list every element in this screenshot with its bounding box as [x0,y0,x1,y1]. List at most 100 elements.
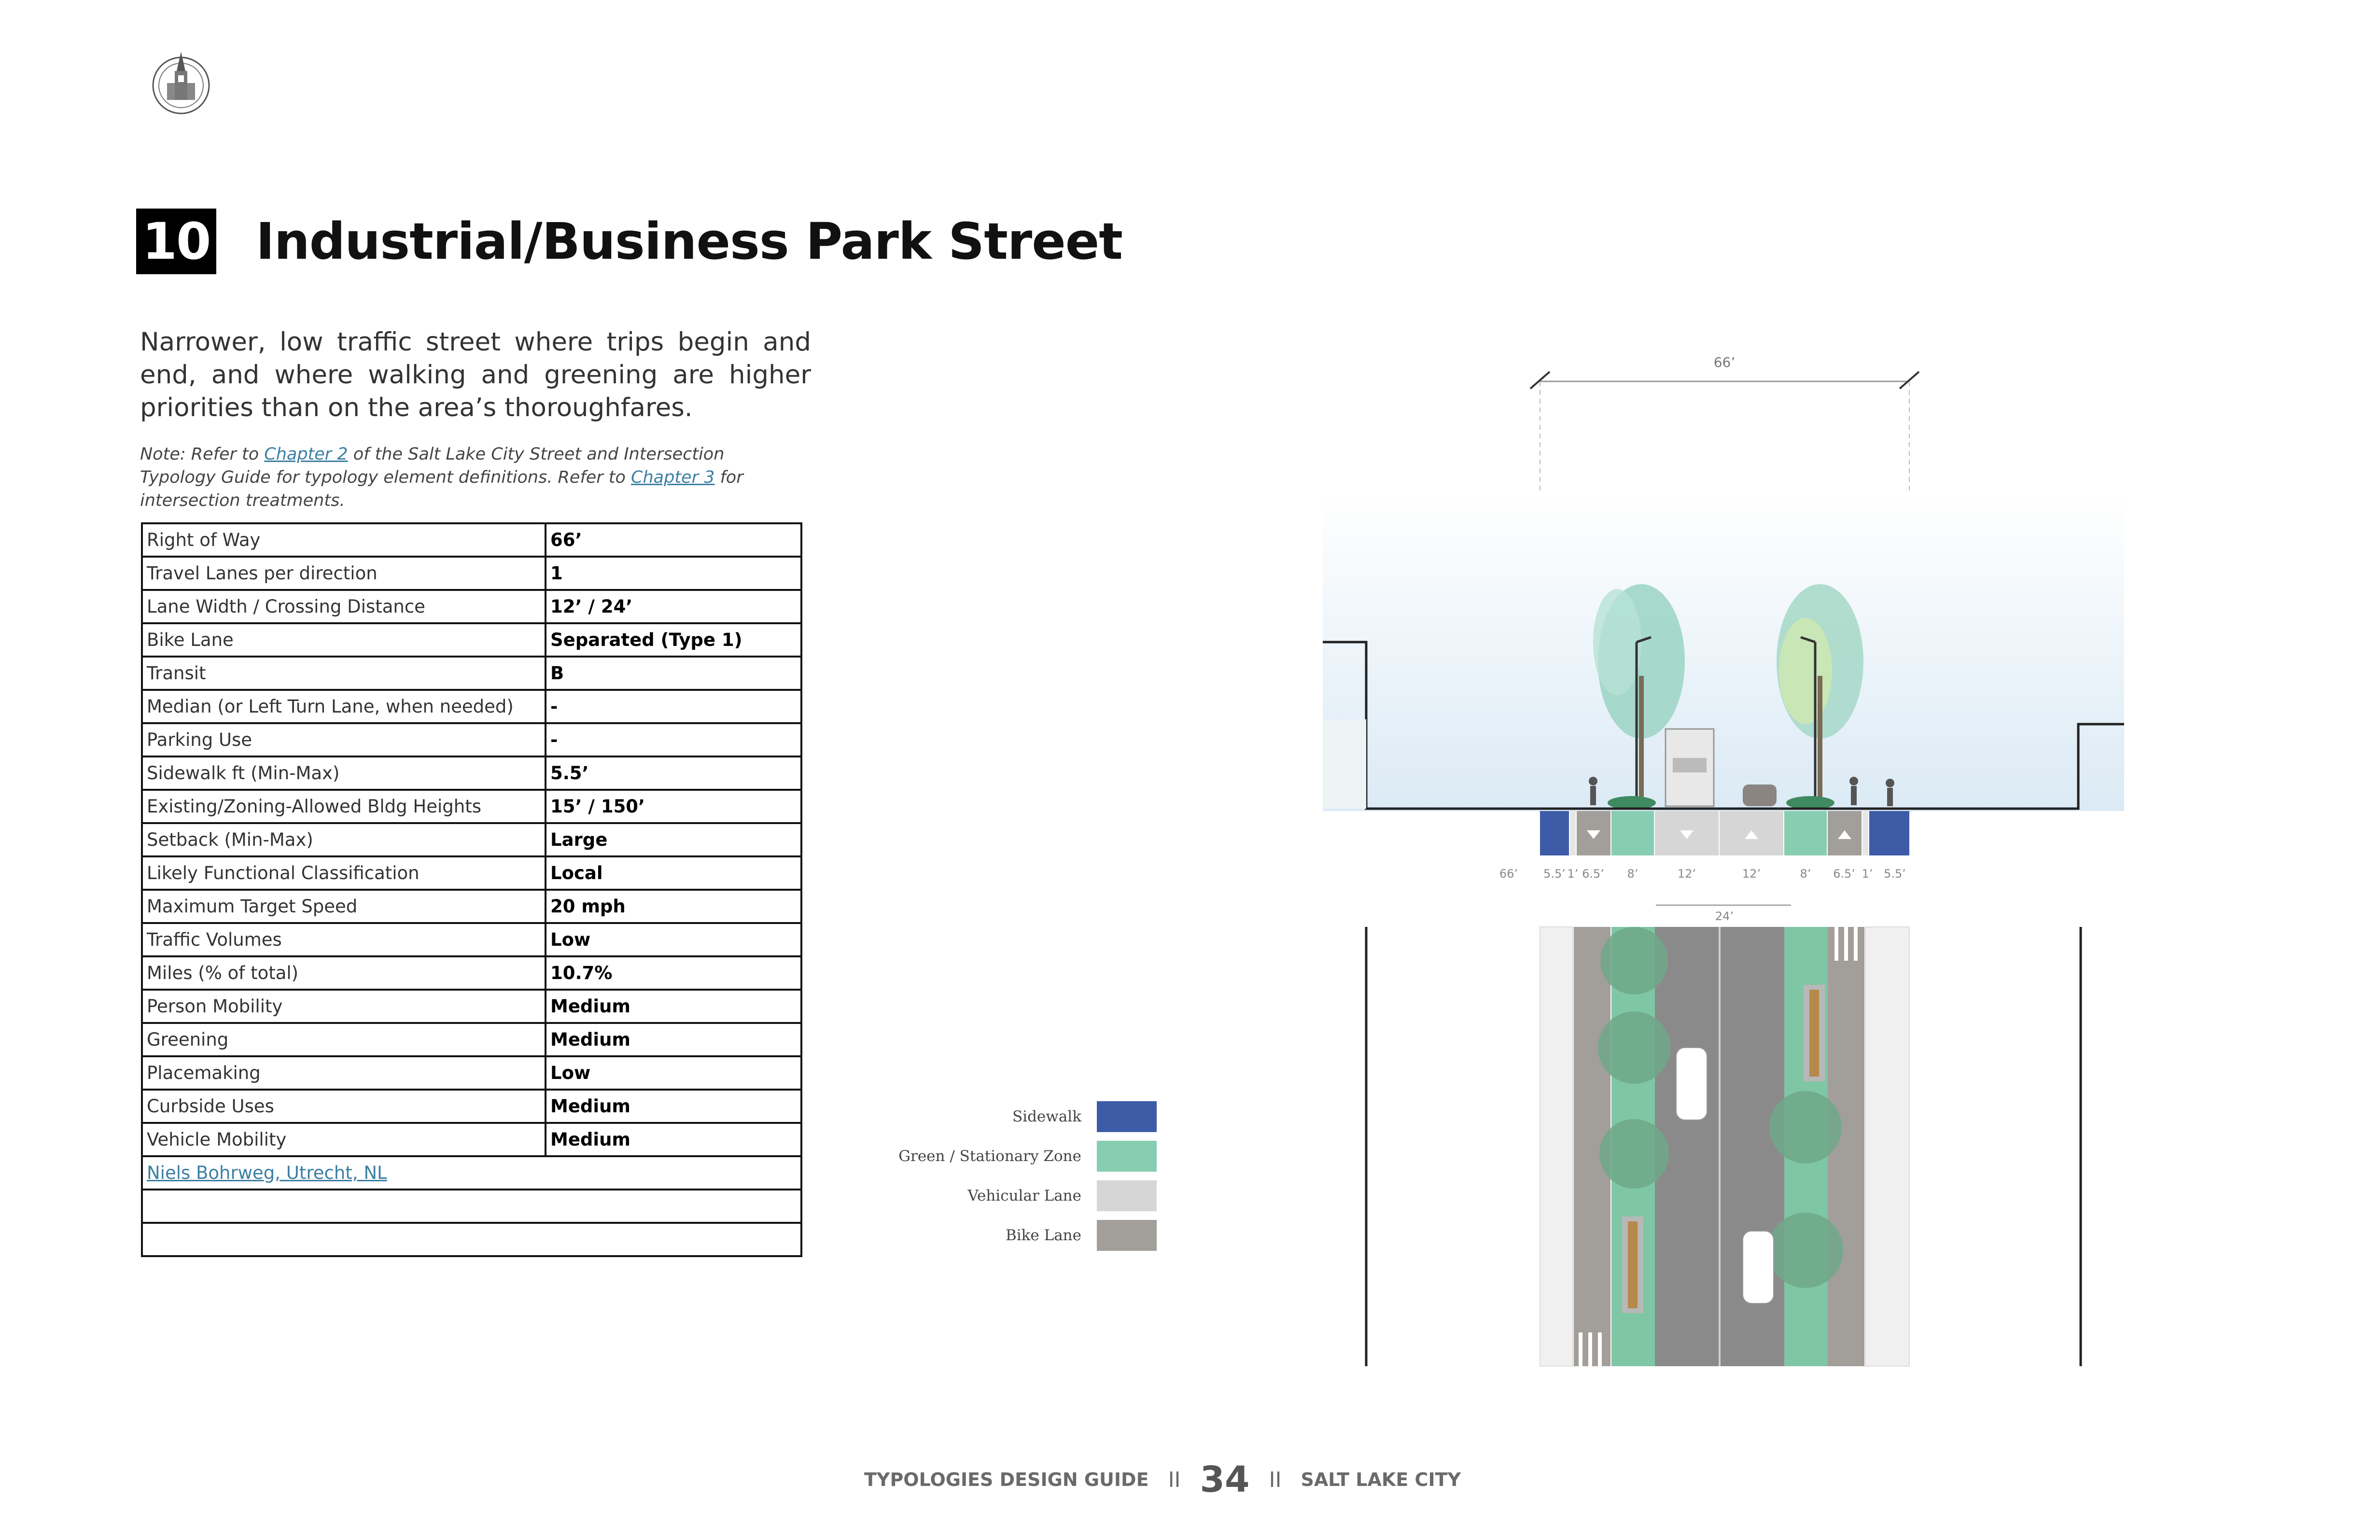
table-row: Parking Use - [141,722,802,757]
legend-label-green: Green / Stationary Zone [898,1148,1081,1165]
dim-label: 8’ [1800,867,1811,881]
legend-label-sidewalk: Sidewalk [1012,1108,1081,1125]
property-value: 20 mph [545,889,802,924]
legend-swatch-vehicular [1097,1180,1157,1211]
chapter-2-link[interactable]: Chapter 2 [264,445,348,464]
property-label: Bike Lane [141,622,546,658]
dim-label: 6.5’ [1833,867,1855,881]
page-number: 34 [1200,1459,1250,1500]
table-row: Likely Functional Classification Local [141,855,802,891]
footer-city: SALT LAKE CITY [1301,1469,1461,1490]
table-row: Person Mobility Medium [141,989,802,1024]
property-label: Greening [141,1022,546,1057]
table-row: Sidewalk ft (Min-Max) 5.5’ [141,756,802,791]
property-value: 12’ / 24’ [545,589,802,624]
property-label: Setback (Min-Max) [141,822,546,857]
property-label: Transit [141,656,546,691]
street-properties-table: Right of Way 66’ Travel Lanes per directio… [141,522,802,1257]
legend-label-bike: Bike Lane [1005,1227,1081,1244]
property-label: Sidewalk ft (Min-Max) [141,756,546,791]
property-value: B [545,656,802,691]
dim-label: 12’ [1678,867,1696,881]
table-row: Travel Lanes per direction 1 [141,556,802,591]
empty-cell [141,1222,802,1257]
intro-text: Narrower, low traffic street where trips… [140,327,811,422]
note-prefix: Note: Refer to [140,445,265,464]
footer-guide-title: TYPOLOGIES DESIGN GUIDE [864,1469,1149,1490]
property-label: Lane Width / Crossing Distance [141,589,546,624]
property-value: Medium [545,989,802,1024]
table-row: Placemaking Low [141,1055,802,1091]
property-label: Likely Functional Classification [141,855,546,891]
dim-crossing: 24’ [1715,910,1734,923]
property-label: Existing/Zoning-Allowed Bldg Heights [141,789,546,824]
table-row-empty [141,1222,802,1257]
table-row: Existing/Zoning-Allowed Bldg Heights 15’ … [141,789,802,824]
property-value: 10.7% [545,955,802,991]
dim-label: 5.5’ [1884,867,1906,881]
legend-swatch-green [1097,1141,1157,1172]
table-row: Vehicle Mobility Medium [141,1122,802,1157]
table-row: Maximum Target Speed 20 mph [141,889,802,924]
dim-label: 5.5’ [1543,867,1566,881]
empty-cell [141,1189,802,1224]
table-row: Transit B [141,656,802,691]
street-section-and-plan-diagram: 66’ 66’ 5.5’ 1’ 6.5’ 8’ 12’ 12’ 8’ 6.5’ … [1323,354,2124,1367]
dim-label: 1’ [1568,867,1579,881]
property-value: 66’ [545,522,802,558]
property-value: Medium [545,1122,802,1157]
property-label: Placemaking [141,1055,546,1091]
page-title: Industrial/Business Park Street [256,212,1123,271]
table-row: Bike Lane Separated (Type 1) [141,622,802,658]
property-value: Local [545,855,802,891]
note: Note: Refer to Chapter 2 of the Salt Lak… [140,443,768,512]
property-value: Low [545,1055,802,1091]
section-number: 10 [136,209,216,274]
table-row-empty [141,1189,802,1224]
table-row: Lane Width / Crossing Distance 12’ / 24’ [141,589,802,624]
property-value: - [545,722,802,757]
footer-separator: II [1168,1467,1181,1492]
property-label: Miles (% of total) [141,955,546,991]
salt-lake-city-seal-icon [152,52,210,114]
property-value: 5.5’ [545,756,802,791]
property-label: Traffic Volumes [141,922,546,957]
table-row: Miles (% of total) 10.7% [141,955,802,991]
example-location-cell: Niels Bohrweg, Utrecht, NL [141,1155,802,1190]
table-row-example-link: Niels Bohrweg, Utrecht, NL [141,1155,802,1190]
legend-swatch-sidewalk [1097,1101,1157,1132]
dim-label: 66’ [1499,867,1518,881]
table-row: Median (or Left Turn Lane, when needed) - [141,689,802,724]
property-label: Median (or Left Turn Lane, when needed) [141,689,546,724]
property-value: Low [545,922,802,957]
property-value: 15’ / 150’ [545,789,802,824]
table-row: Greening Medium [141,1022,802,1057]
legend-label-vehicular: Vehicular Lane [967,1187,1081,1204]
chapter-3-link[interactable]: Chapter 3 [631,468,714,487]
example-location-link[interactable]: Niels Bohrweg, Utrecht, NL [147,1162,387,1183]
property-value: Medium [545,1022,802,1057]
property-value: Medium [545,1089,802,1124]
property-value: 1 [545,556,802,591]
page-footer: TYPOLOGIES DESIGN GUIDE II 34 II SALT LA… [864,1458,1461,1501]
table-row: Right of Way 66’ [141,522,802,558]
property-label: Maximum Target Speed [141,889,546,924]
legend-swatch-bike [1097,1220,1157,1251]
dim-label: 8’ [1627,867,1638,881]
table-row: Setback (Min-Max) Large [141,822,802,857]
property-label: Travel Lanes per direction [141,556,546,591]
property-label: Vehicle Mobility [141,1122,546,1157]
dim-label: 1’ [1862,867,1873,881]
property-value: Separated (Type 1) [545,622,802,658]
property-value: - [545,689,802,724]
property-label: Person Mobility [141,989,546,1024]
table-row: Traffic Volumes Low [141,922,802,957]
dim-label: 6.5’ [1582,867,1604,881]
table-row: Curbside Uses Medium [141,1089,802,1124]
property-label: Right of Way [141,522,546,558]
dim-row-width: 66’ [1714,354,1736,370]
property-label: Curbside Uses [141,1089,546,1124]
property-label: Parking Use [141,722,546,757]
footer-separator: II [1269,1467,1282,1492]
property-value: Large [545,822,802,857]
